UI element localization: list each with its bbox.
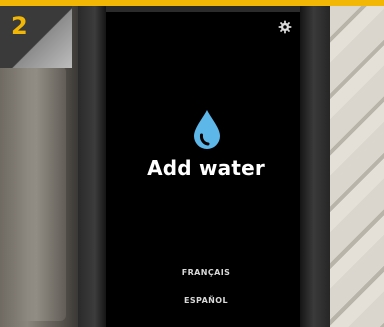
language-option-spanish[interactable]: ESPAÑOL — [106, 296, 306, 305]
screen-title: Add water — [147, 156, 265, 180]
side-panel-highlight — [12, 66, 66, 321]
language-option-french[interactable]: FRANÇAIS — [106, 268, 306, 277]
step-number: 2 — [11, 12, 28, 40]
scene: 2 Add water FRANÇAIS ESPAÑOL — [0, 0, 384, 327]
device-bezel-left — [78, 6, 106, 327]
background-wall — [330, 6, 384, 327]
gear-icon[interactable] — [278, 20, 292, 34]
water-drop-icon — [194, 110, 220, 149]
